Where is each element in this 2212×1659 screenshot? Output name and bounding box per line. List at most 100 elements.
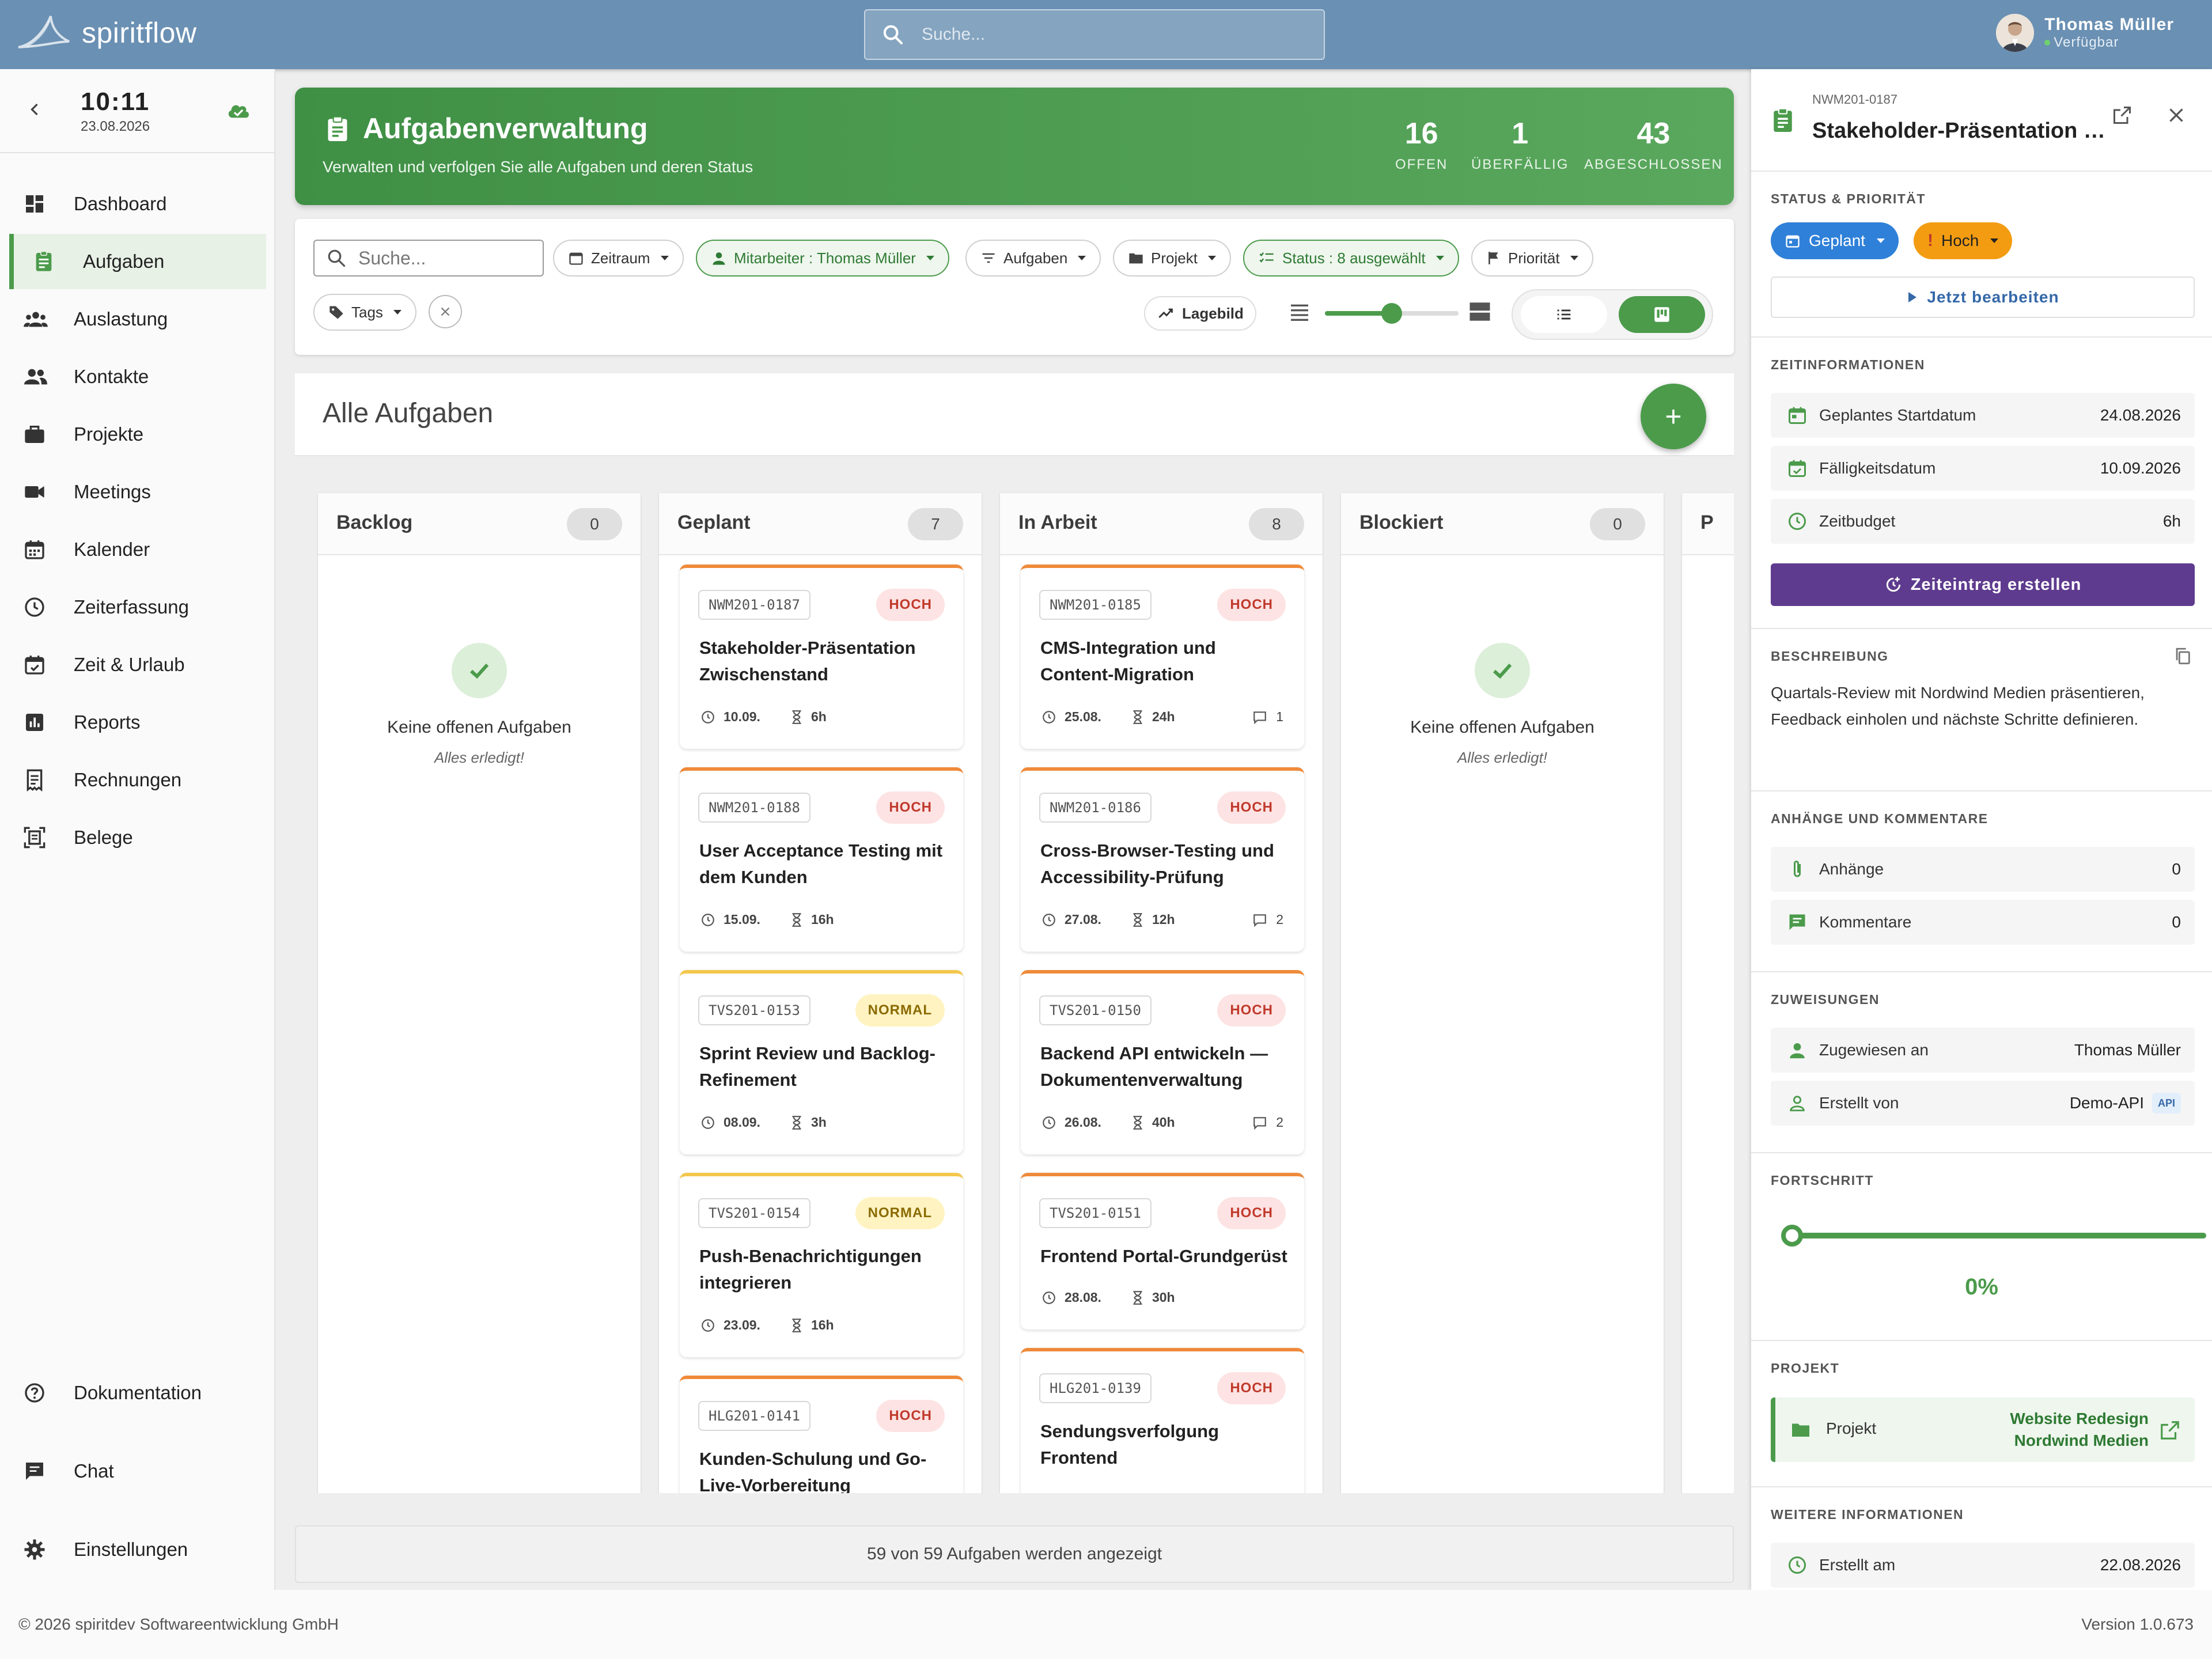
project-section: PROJEKT Projekt Website Redesign Nordwin… [1751, 1340, 2212, 1486]
stat-label: ÜBERFÄLLIG [1471, 157, 1569, 172]
nav-item-kalender[interactable]: Kalender [0, 522, 275, 577]
comment-icon [1253, 914, 1267, 927]
card-size-knob[interactable] [1381, 303, 1402, 324]
nav-item-zeit-urlaub[interactable]: Zeit & Urlaub [0, 637, 275, 692]
task-card[interactable]: TVS201-0153 NORMAL Sprint Review und Bac… [680, 970, 963, 1154]
edit-now-button[interactable]: Jetzt bearbeiten [1771, 276, 2195, 318]
clear-filters-button[interactable] [429, 295, 462, 328]
progress-knob[interactable] [1781, 1225, 1803, 1247]
user-status-text: Verfügbar [2054, 35, 2119, 50]
global-search[interactable] [864, 9, 1325, 60]
task-card[interactable]: HLG201-0141 HOCH Kunden-Schulung und Go-… [680, 1376, 963, 1493]
nav-item-auslastung[interactable]: Auslastung [0, 291, 275, 347]
compact-density-icon [1288, 301, 1311, 324]
nav-item-label: Zeiterfassung [74, 596, 189, 618]
lagebild-button[interactable]: Lagebild [1144, 296, 1256, 331]
close-panel-button[interactable] [2166, 105, 2187, 126]
priority-dropdown[interactable]: ! Hoch [1914, 222, 2013, 259]
task-meta: 15.09. 16h [700, 912, 834, 927]
card-size-slider[interactable] [1325, 303, 1459, 324]
attachments-row[interactable]: Anhänge 0 [1771, 847, 2195, 892]
calendar-icon [23, 538, 46, 561]
task-detail-panel: NWM201-0187 Stakeholder-Präsentation Zwi… [1751, 69, 2212, 1590]
task-search[interactable] [313, 240, 544, 276]
task-card[interactable]: NWM201-0187 HOCH Stakeholder-Präsentatio… [680, 565, 963, 749]
create-time-entry-button[interactable]: Zeiteintrag erstellen [1771, 563, 2195, 606]
column-count-badge: 8 [1249, 508, 1304, 540]
column-count-badge: 0 [1590, 508, 1645, 540]
clock-icon [1789, 1556, 1806, 1574]
view-toggle [1512, 289, 1713, 340]
nav-item-einstellungen[interactable]: Einstellungen [0, 1522, 275, 1577]
task-comments: 2 [1252, 1115, 1283, 1130]
open-in-new-icon [2113, 107, 2131, 124]
row-value: 0 [2172, 913, 2181, 931]
user-menu[interactable]: Thomas Müller Verfügbar [1996, 14, 2174, 52]
global-search-input[interactable] [922, 25, 1290, 44]
board-header: Alle Aufgaben + [295, 373, 1734, 456]
app-logo[interactable]: spiritflow [16, 13, 196, 53]
filter-aufgaben[interactable]: Aufgaben [965, 240, 1101, 276]
copy-button[interactable] [2173, 646, 2192, 666]
nav-item-dashboard[interactable]: Dashboard [0, 176, 275, 232]
task-card[interactable]: TVS201-0151 HOCH Frontend Portal-Grundge… [1021, 1173, 1304, 1330]
event-available-icon [23, 653, 46, 676]
open-in-new-button[interactable] [2112, 105, 2133, 126]
clipboard-icon [328, 116, 347, 141]
document-scanner-icon [23, 826, 46, 849]
task-card[interactable]: NWM201-0186 HOCH Cross-Browser-Testing u… [1021, 767, 1304, 952]
filter-mitarbeiter[interactable]: Mitarbeiter : Thomas Müller [696, 240, 949, 276]
nav-item-meetings[interactable]: Meetings [0, 464, 275, 520]
nav-item-rechnungen[interactable]: Rechnungen [0, 752, 275, 808]
column-backlog: Backlog 0 Keine offenen Aufgaben Alles e… [318, 493, 641, 1493]
nav-item-belege[interactable]: Belege [0, 810, 275, 865]
task-id: HLG201-0139 [1039, 1373, 1152, 1403]
project-link[interactable]: Projekt Website Redesign Nordwind Medien [1771, 1397, 2195, 1462]
list-view-button[interactable] [1521, 296, 1607, 333]
board-title: Alle Aufgaben [323, 398, 494, 429]
task-card[interactable]: TVS201-0154 NORMAL Push-Benachrichtigung… [680, 1173, 963, 1357]
progress-slider[interactable] [1781, 1225, 2206, 1247]
filter-prioritaet[interactable]: Priorität [1471, 240, 1593, 276]
nav-item-chat[interactable]: Chat [0, 1444, 275, 1499]
nav-item-kontakte[interactable]: Kontakte [0, 349, 275, 404]
nav-item-projekte[interactable]: Projekte [0, 407, 275, 462]
avatar [1996, 14, 2035, 52]
close-icon [441, 307, 450, 316]
empty-subtitle: Alles erledigt! [1457, 749, 1548, 766]
filter-tags[interactable]: Tags [313, 294, 416, 331]
board-view-button[interactable] [1619, 296, 1705, 333]
bar-chart-icon [23, 711, 46, 734]
kanban-icon [1654, 307, 1669, 322]
task-search-input[interactable] [358, 247, 531, 269]
hourglass-icon [1133, 710, 1142, 724]
status-dropdown[interactable]: Geplant [1771, 222, 1899, 259]
task-card[interactable]: NWM201-0185 HOCH CMS-Integration und Con… [1021, 565, 1304, 749]
logo-icon [18, 16, 70, 48]
task-card[interactable]: HLG201-0139 HOCH Sendungsverfolgung Fron… [1021, 1348, 1304, 1493]
priority-badge: HOCH [1217, 1197, 1286, 1229]
clock-icon [702, 1116, 714, 1129]
created-by-row: Erstellt von Demo-API API [1771, 1081, 2195, 1126]
status-value: Geplant [1809, 232, 1866, 249]
sync-status[interactable] [226, 99, 251, 120]
task-card[interactable]: TVS201-0150 HOCH Backend API entwickeln … [1021, 970, 1304, 1154]
filter-status[interactable]: Status : 8 ausgewählt [1243, 240, 1459, 276]
description-section: BESCHREIBUNG Quartals-Review mit Nordwin… [1751, 628, 2212, 790]
nav-item-zeiterfassung[interactable]: Zeiterfassung [0, 579, 275, 635]
nav-item-dokumentation[interactable]: Dokumentation [0, 1365, 275, 1421]
collapse-sidebar-button[interactable] [24, 99, 45, 120]
filter-projekt[interactable]: Projekt [1113, 240, 1231, 276]
chat-icon [23, 1460, 46, 1483]
stat-value: 16 [1404, 117, 1438, 150]
add-task-button[interactable]: + [1641, 384, 1706, 449]
play-icon [1908, 292, 1917, 302]
sidebar: 10:11 23.08.2026 Dashboard Aufgaben Ausl… [0, 69, 275, 1590]
nav-item-aufgaben[interactable]: Aufgaben [9, 234, 266, 289]
filter-zeitraum[interactable]: Zeitraum [553, 240, 684, 276]
nav-item-reports[interactable]: Reports [0, 695, 275, 750]
task-card[interactable]: NWM201-0188 HOCH User Acceptance Testing… [680, 767, 963, 952]
comments-row[interactable]: Kommentare 0 [1771, 900, 2195, 945]
priority-alert-icon: ! [1927, 231, 1933, 250]
comment-icon [1253, 1116, 1267, 1130]
